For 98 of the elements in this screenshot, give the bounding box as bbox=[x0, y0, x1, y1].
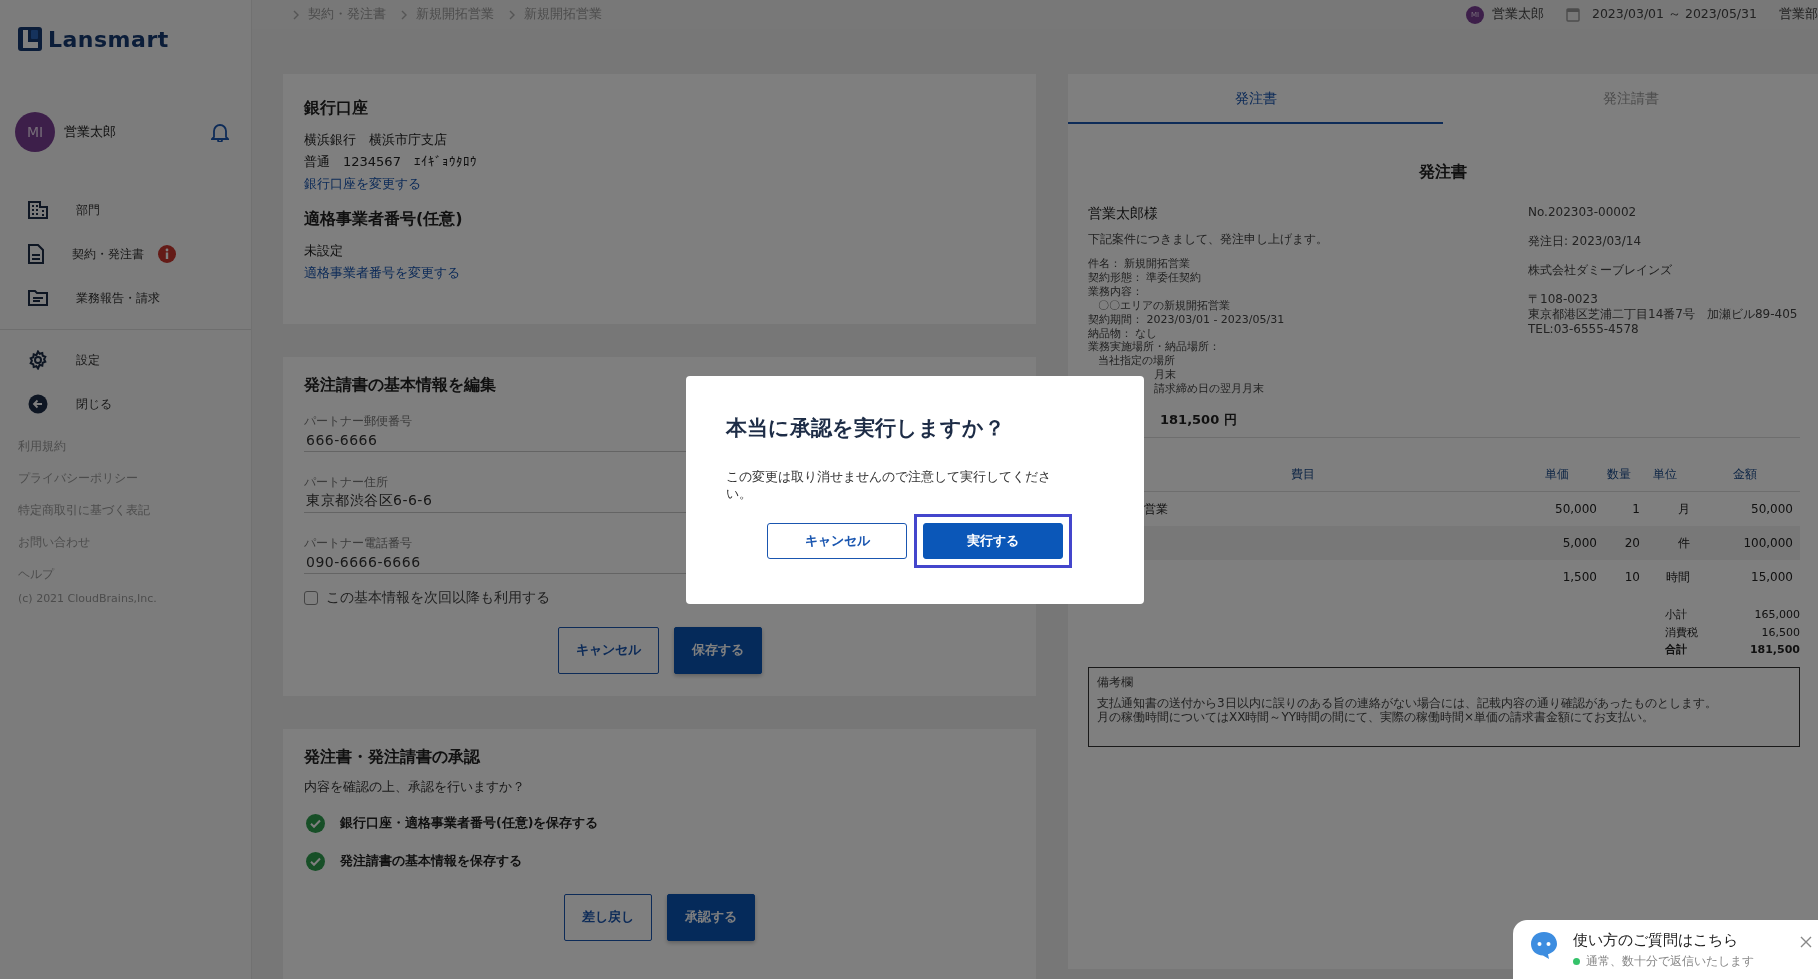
logo-text: Lansmart bbox=[48, 26, 169, 52]
detail-text: 請求締め日の翌月月末 bbox=[1153, 382, 1265, 397]
table-cell-text: 営業 bbox=[1143, 500, 1169, 518]
table-cell-text: 時間 bbox=[1665, 568, 1690, 586]
account-text: 普通 1234567 ｴｲｷﾞｮｳﾀﾛｳ bbox=[304, 153, 478, 171]
nav-item[interactable]: 業務報告・請求 bbox=[0, 276, 251, 320]
chevron-right-icon bbox=[292, 9, 300, 20]
logo-icon bbox=[18, 27, 42, 51]
detail-text: 業務内容： bbox=[1088, 284, 1144, 299]
address-text: 東京都港区芝浦二丁目14番7号 加瀬ビル89-405 bbox=[1528, 307, 1799, 322]
column-header: 金額 bbox=[1732, 466, 1758, 484]
document-title: 発注書 bbox=[1418, 162, 1468, 183]
change-link[interactable]: 銀行口座を変更する bbox=[304, 174, 421, 194]
chevron-right-icon bbox=[508, 9, 516, 20]
submit-button[interactable]: 保存する bbox=[673, 627, 762, 674]
input-field[interactable]: 090-6666-6666 bbox=[304, 552, 708, 570]
column-header: 単価 bbox=[1544, 466, 1570, 484]
table-cell-text: 月 bbox=[1677, 500, 1690, 518]
secondary-button[interactable]: 差し戻し bbox=[564, 894, 652, 941]
total-value: 181,500 bbox=[1748, 642, 1800, 659]
change-link[interactable]: 適格事業者番号を変更する bbox=[304, 263, 460, 283]
account-text: 横浜銀行 横浜市庁支店 bbox=[304, 131, 448, 149]
chat-bubble-icon bbox=[1529, 930, 1559, 960]
company-name: 株式会社ダミーブレインズ bbox=[1528, 263, 1673, 278]
secondary-button[interactable]: キャンセル bbox=[557, 627, 659, 674]
checkbox-label: この基本情報を次回以降も利用する bbox=[326, 589, 550, 607]
address-text: TEL:03-6555-4578 bbox=[1528, 322, 1640, 337]
chevron-right-icon bbox=[400, 9, 408, 20]
table-cell-text: 10 bbox=[1623, 570, 1640, 585]
nav-item[interactable]: 契約・発注書 bbox=[0, 232, 251, 276]
total-label: 小計 bbox=[1665, 607, 1688, 624]
checkbox[interactable] bbox=[304, 591, 318, 605]
detail-text: 月末 bbox=[1153, 368, 1177, 383]
user-avatar: MI bbox=[15, 112, 55, 152]
user-name: 営業太郎 bbox=[1491, 6, 1544, 23]
section-title: 発注請書の基本情報を編集 bbox=[304, 375, 497, 396]
table-cell-text: 1,500 bbox=[1561, 570, 1597, 585]
notification-bell-icon[interactable] bbox=[211, 122, 229, 142]
confirm-button[interactable]: 実行する bbox=[923, 523, 1063, 559]
address-text: 〒108-0023 bbox=[1528, 292, 1599, 307]
input-field[interactable]: 666-6666 bbox=[304, 430, 708, 448]
nav-item[interactable]: 部門 bbox=[0, 188, 251, 232]
user-name: 営業太郎 bbox=[64, 123, 117, 141]
nav-item[interactable]: 設定 bbox=[0, 338, 251, 382]
settings-icon bbox=[28, 350, 48, 370]
detail-text: 当社指定の場所 bbox=[1097, 354, 1176, 369]
document-icon bbox=[28, 244, 44, 264]
period-text: 2023/03/01 ～ 2023/05/31 bbox=[1591, 6, 1757, 23]
submit-button[interactable]: 承認する bbox=[667, 894, 755, 941]
invoice-number-text: 未設定 bbox=[304, 242, 344, 260]
total-label: 消費税 bbox=[1665, 624, 1699, 641]
column-header: 数量 bbox=[1605, 466, 1632, 484]
table-cell-text: 50,000 bbox=[1750, 502, 1794, 517]
detail-text: 件名： 新規開拓営業 bbox=[1088, 257, 1192, 271]
calendar-icon bbox=[1565, 7, 1580, 22]
checklist-text: 銀行口座・適格事業者番号(任意)を保存する bbox=[340, 814, 599, 832]
detail-text: 契約形態： 準委任契約 bbox=[1088, 270, 1203, 285]
chat-status-text: 通常、数十分で返信いたします bbox=[1586, 953, 1754, 970]
dialog-title: 本当に承認を実行しますか？ bbox=[726, 415, 1006, 442]
total-value: 165,000 bbox=[1753, 607, 1800, 624]
folder-icon bbox=[28, 290, 48, 306]
detail-text: 納品物： なし bbox=[1088, 326, 1159, 341]
cancel-button[interactable]: キャンセル bbox=[767, 523, 907, 559]
chat-widget[interactable]: 使い方のご質問はこちら 通常、数十分で返信いたします bbox=[1513, 920, 1818, 979]
column-header: 費目 bbox=[1289, 466, 1316, 484]
table-cell-text: 100,000 bbox=[1742, 536, 1794, 551]
table-cell-text: 5,000 bbox=[1561, 536, 1597, 551]
detail-text: 契約期間： 2023/03/01 - 2023/05/31 bbox=[1088, 312, 1286, 327]
department-text: 営業部 bbox=[1779, 6, 1818, 23]
section-title: 銀行口座 bbox=[304, 98, 369, 119]
detail-text: 業務実施場所・納品場所： bbox=[1088, 340, 1221, 355]
nav-item[interactable]: 閉じる bbox=[0, 382, 251, 426]
total-value: 16,500 bbox=[1760, 624, 1800, 641]
close-icon[interactable] bbox=[1800, 936, 1812, 948]
intro-text: 下記案件につきまして、発注申し上げます。 bbox=[1088, 231, 1329, 248]
table-cell-text: 20 bbox=[1623, 536, 1640, 551]
column-header: 単位 bbox=[1652, 466, 1678, 484]
section-title: 適格事業者番号(任意) bbox=[304, 209, 464, 230]
document-number: No.202303-00002 bbox=[1528, 205, 1638, 220]
table-cell-text: 50,000 bbox=[1554, 502, 1597, 517]
checklist-text: 発注請書の基本情報を保存する bbox=[340, 852, 522, 870]
building-icon bbox=[28, 201, 48, 219]
dialog-message: この変更は取り消せませんので注意して実行してください。 bbox=[726, 468, 1052, 502]
table-cell-text: 件 bbox=[1677, 534, 1690, 552]
remarks-text: 月の稼働時間についてはXX時間～YY時間の間にて、実際の稼働時間×単価の請求書金額にてお支払い。 bbox=[1097, 709, 1656, 724]
table-cell-text: 1 bbox=[1631, 502, 1640, 517]
section-title: 発注書・発注請書の承認 bbox=[304, 747, 481, 768]
input-field[interactable]: 東京都渋谷区6-6-6 bbox=[304, 491, 708, 509]
total-label: 合計 bbox=[1665, 642, 1688, 659]
remarks-title: 備考欄 bbox=[1097, 673, 1134, 691]
table-cell-text: 15,000 bbox=[1750, 570, 1794, 585]
tab[interactable]: 発注書 bbox=[1068, 74, 1443, 124]
chat-title: 使い方のご質問はこちら bbox=[1573, 931, 1739, 950]
recipient-name: 営業太郎様 bbox=[1088, 205, 1159, 223]
remarks-text: 支払通知書の送付から3日以内に誤りのある旨の連絡がない場合には、記載内容の通り確認があったものとします。 bbox=[1097, 695, 1718, 710]
arrow-left-icon bbox=[28, 394, 48, 414]
order-date: 発注日: 2023/03/14 bbox=[1528, 234, 1643, 249]
question-text: 内容を確認の上、承認を行いますか？ bbox=[304, 778, 526, 796]
